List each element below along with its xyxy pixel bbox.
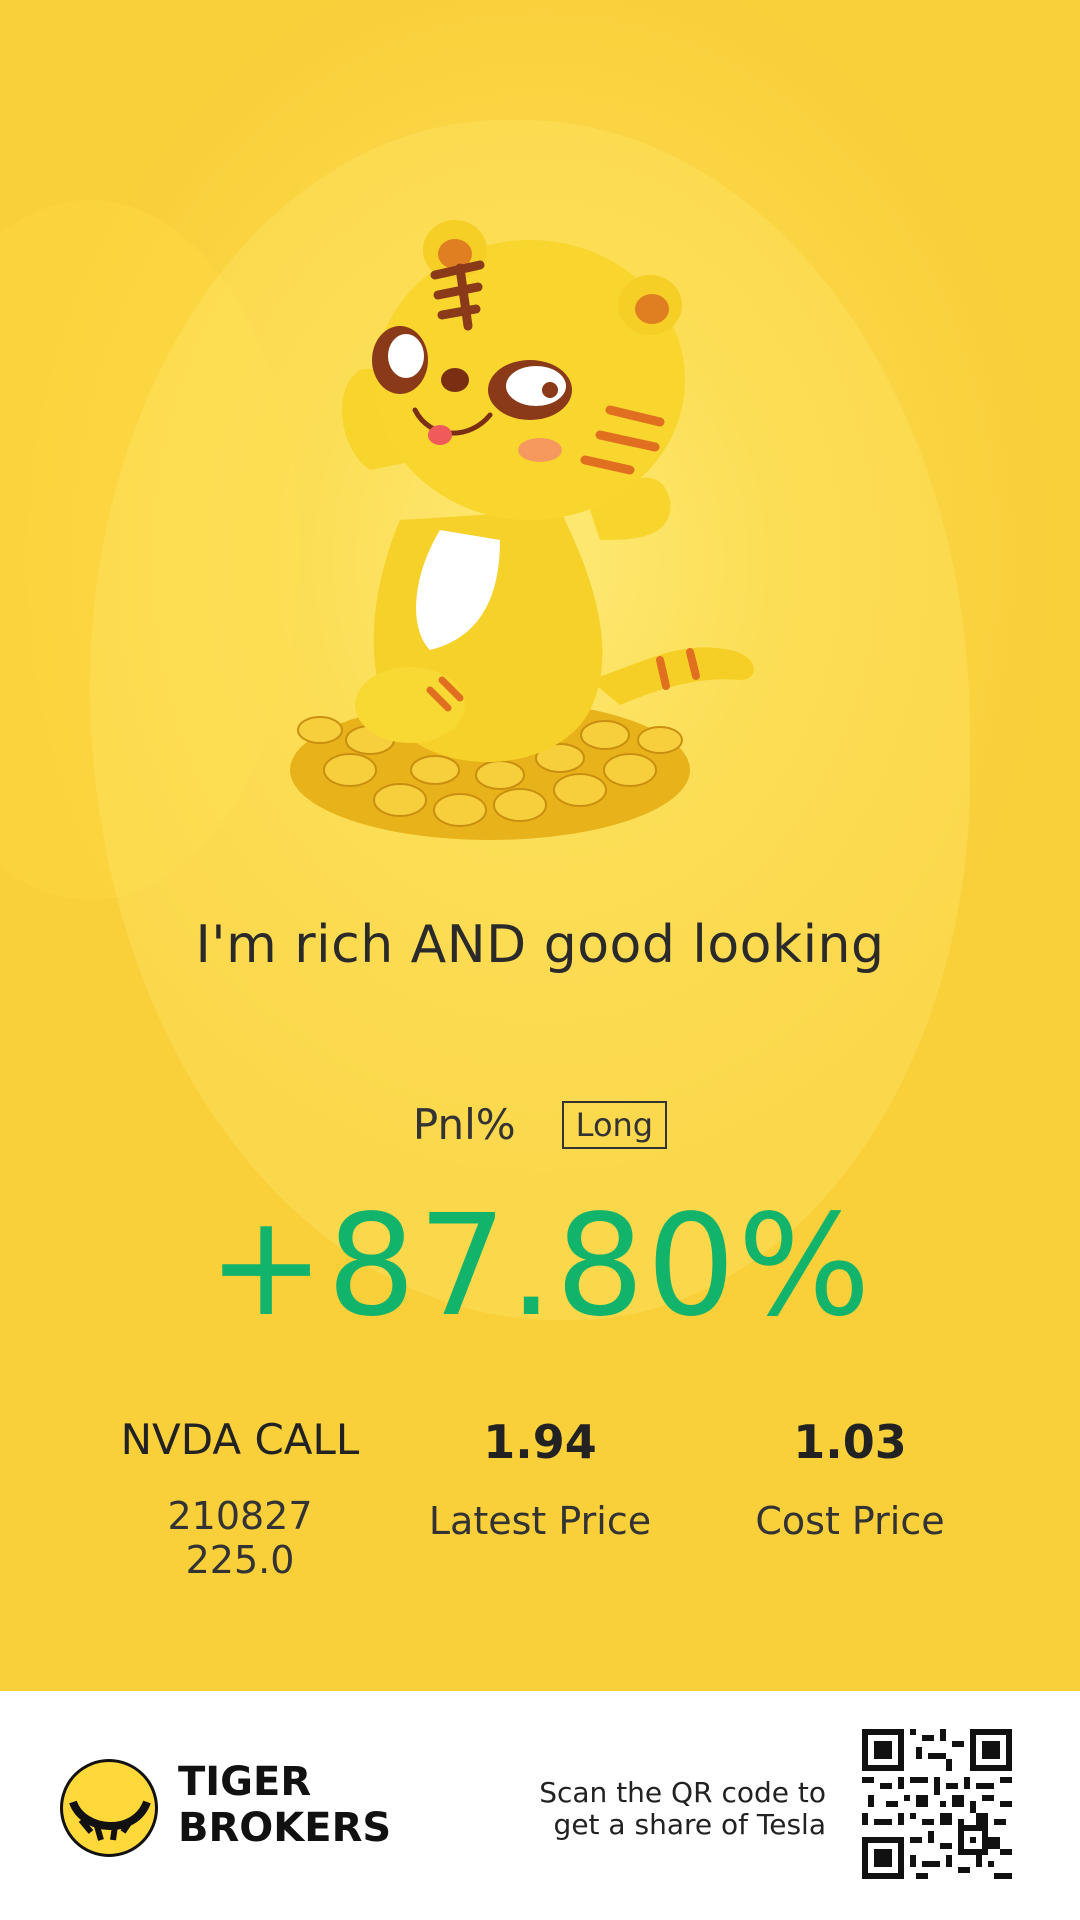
brand-line-2: BROKERS: [178, 1805, 392, 1851]
latest-price-value: 1.94: [483, 1415, 597, 1469]
scan-instruction: Scan the QR code to get a share of Tesla: [520, 1777, 826, 1841]
qr-code[interactable]: [862, 1729, 1012, 1879]
pnl-value: +87.80%: [207, 1185, 873, 1348]
tiger-logo-icon: [60, 1759, 158, 1857]
position-badge: Long: [561, 1100, 668, 1149]
latest-price-label: Latest Price: [428, 1499, 652, 1543]
scan-line-2: get a share of Tesla: [553, 1808, 826, 1841]
instrument-column: NVDA CALL 210827 225.0: [120, 1415, 360, 1582]
share-card-background: I'm rich AND good looking Pnl% Long +87.…: [0, 0, 1080, 1691]
instrument-name: NVDA CALL: [120, 1415, 360, 1464]
pnl-header: Pnl% Long: [0, 1100, 1080, 1149]
share-tagline: I'm rich AND good looking: [195, 915, 885, 975]
tiger-mascot-illustration: [290, 220, 754, 840]
cost-price-column: 1.03 Cost Price: [730, 1415, 970, 1543]
cost-price-label: Cost Price: [755, 1499, 945, 1543]
footer: TIGER BROKERS Scan the QR code to get a …: [0, 1691, 1080, 1920]
instrument-detail: 210827 225.0: [167, 1494, 313, 1582]
pnl-label: Pnl%: [412, 1100, 516, 1149]
cost-price-value: 1.03: [793, 1415, 907, 1469]
brand-name: TIGER BROKERS: [178, 1759, 391, 1851]
latest-price-column: 1.94 Latest Price: [410, 1415, 670, 1543]
brand-line-1: TIGER: [178, 1759, 312, 1805]
scan-line-1: Scan the QR code to: [539, 1776, 826, 1809]
